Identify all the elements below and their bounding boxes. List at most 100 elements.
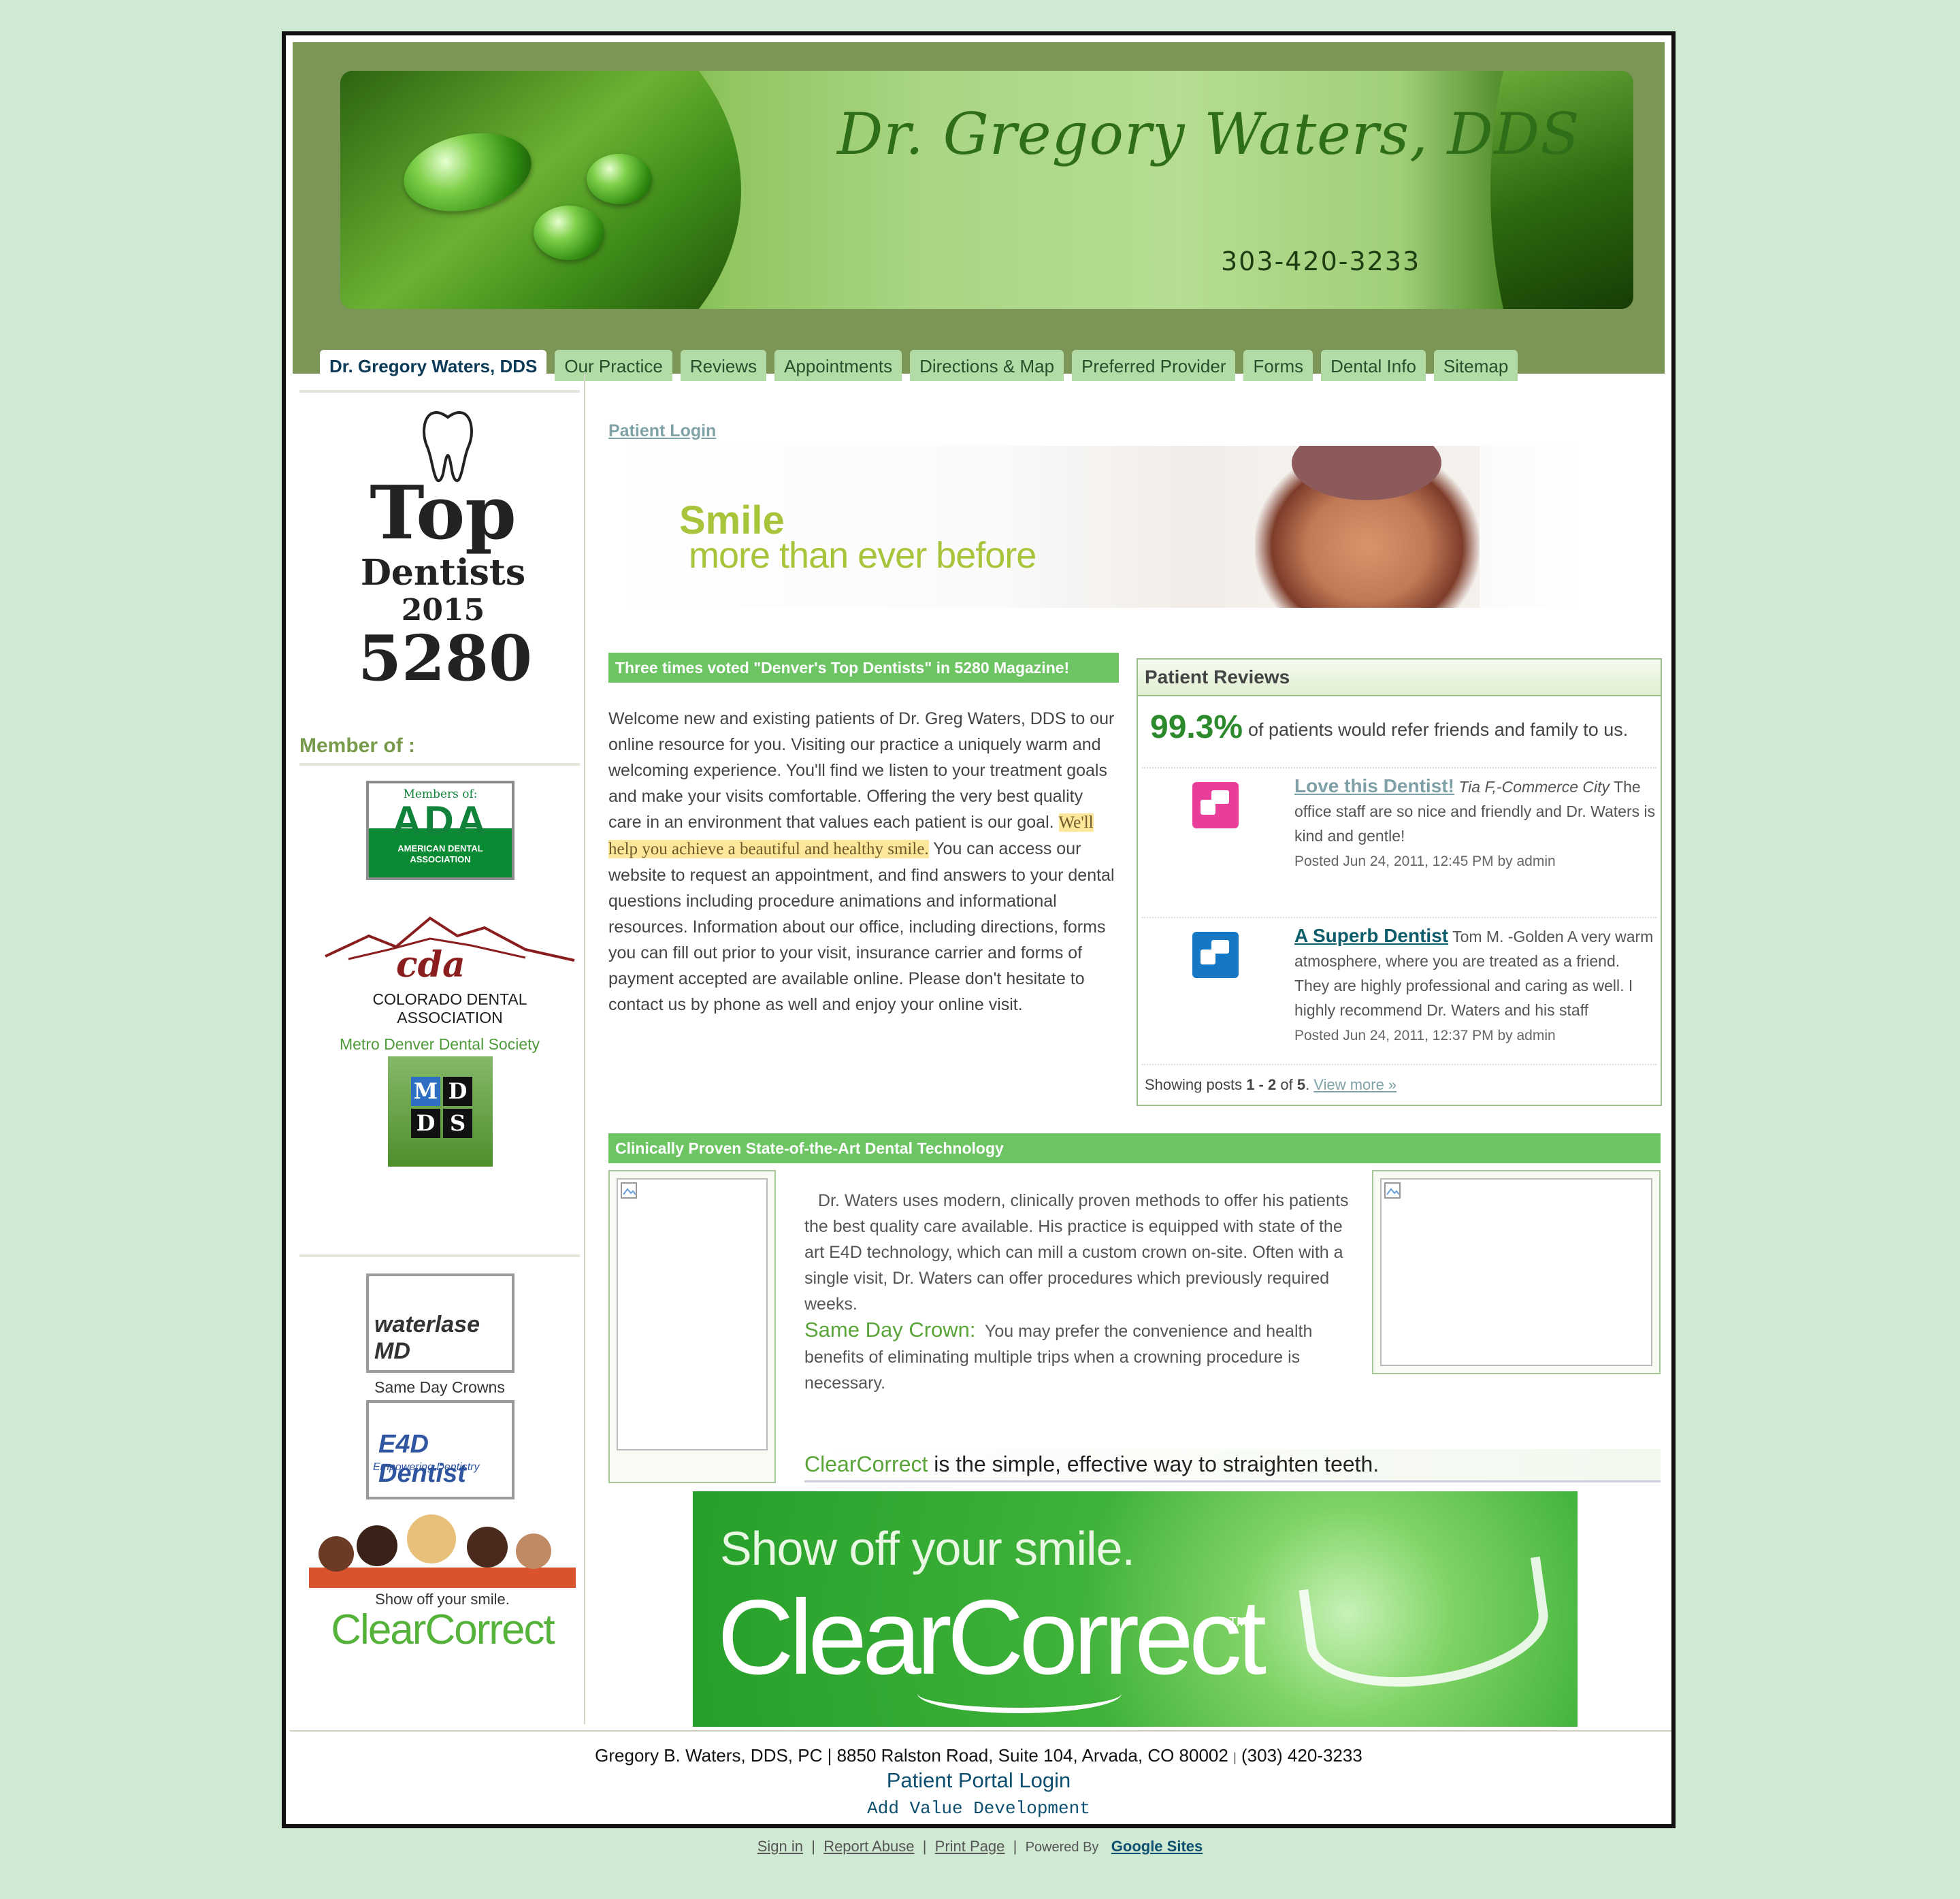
clearcorrect-banner[interactable]: Show off your smile. ClearCorrect TM	[693, 1491, 1578, 1727]
powered-by-label: Powered By	[1025, 1840, 1099, 1855]
review-chat-icon	[1192, 932, 1239, 978]
smile-banner: Smile more than ever before	[608, 446, 1582, 608]
main-content: Patient Login Smile more than ever befor…	[599, 374, 1662, 1727]
showing-dot: .	[1305, 1076, 1314, 1093]
welcome-text-part: Welcome new and existing patients of Dr.…	[608, 709, 1115, 832]
waterlase-text: waterlase MD	[374, 1312, 480, 1364]
mdds-letter: D	[443, 1077, 472, 1106]
site-frame: Dr. Gregory Waters, DDS 303-420-3233 Dr.…	[282, 31, 1676, 1828]
review-author: Tia F,-Commerce City	[1458, 778, 1610, 796]
reviews-pagination: Showing posts 1 - 2 of 5. View more »	[1145, 1076, 1396, 1094]
footer-address: Gregory B. Waters, DDS, PC | 8850 Ralsto…	[286, 1745, 1671, 1766]
leaf-graphic	[340, 71, 741, 309]
mdds-logo[interactable]: M D D S	[388, 1056, 493, 1167]
badge-top: Top	[370, 470, 517, 556]
review-meta: Posted Jun 24, 2011, 12:45 PM by admin	[1294, 854, 1556, 869]
view-more-link[interactable]: View more »	[1313, 1076, 1396, 1093]
technology-image-left	[608, 1170, 776, 1483]
patient-portal-login-link[interactable]: Patient Portal Login	[286, 1768, 1671, 1793]
voted-bar: Three times voted "Denver's Top Dentists…	[608, 653, 1119, 683]
divider	[290, 1730, 1671, 1732]
broken-image-icon	[621, 1182, 637, 1199]
mdds-letter: M	[411, 1077, 440, 1106]
showing-total: 5	[1296, 1076, 1306, 1093]
clearcorrect-side-brand: ClearCorrect	[331, 1606, 555, 1653]
mdds-letter: S	[443, 1109, 472, 1138]
divider	[1142, 767, 1656, 768]
banner-phone: 303-420-3233	[1221, 246, 1421, 276]
water-drop-icon	[534, 206, 604, 260]
top-dentists-badge: Top Dentists 2015 5280	[358, 408, 533, 695]
refer-percent: 99.3%	[1150, 709, 1243, 745]
cda-abbr: cda	[396, 944, 466, 986]
smiling-people-image	[309, 1514, 576, 1588]
divider	[299, 390, 580, 393]
ada-logo[interactable]: Members of: ADA AMERICAN DENTAL ASSOCIAT…	[366, 781, 514, 880]
e4d-logo[interactable]: E4D Dentist Empowering Dentistry	[366, 1400, 514, 1499]
same-day-crowns-label: Same Day Crowns	[374, 1378, 505, 1396]
review-meta: Posted Jun 24, 2011, 12:37 PM by admin	[1294, 1028, 1556, 1043]
review-chat-icon	[1192, 782, 1239, 828]
mdds-label: Metro Denver Dental Society	[339, 1035, 540, 1053]
ada-abbr: ADA	[392, 798, 489, 843]
clearcorrect-heading: ClearCorrect is the simple, effective wa…	[804, 1449, 1661, 1482]
google-sites-link[interactable]: Google Sites	[1111, 1838, 1203, 1855]
divider	[1142, 917, 1656, 918]
technology-image-right	[1372, 1170, 1661, 1374]
footer-address-text: Gregory B. Waters, DDS, PC | 8850 Ralsto…	[595, 1745, 1228, 1766]
refer-text: of patients would refer friends and fami…	[1248, 719, 1629, 740]
welcome-text-part: You can access our website to request an…	[608, 839, 1115, 1014]
showing-prefix: Showing posts	[1145, 1076, 1247, 1093]
google-sites-footer: Sign in | Report Abuse | Print Page | Po…	[757, 1838, 1203, 1855]
footer-separator: |	[1233, 1751, 1237, 1764]
trademark-mark: TM	[1229, 1615, 1247, 1629]
badge-magazine: 5280	[358, 621, 533, 695]
same-day-crown-label: Same Day Crown:	[804, 1318, 976, 1342]
showing-of: of	[1276, 1076, 1297, 1093]
report-abuse-link[interactable]: Report Abuse	[823, 1838, 914, 1855]
waterlase-logo[interactable]: waterlase MD	[366, 1273, 514, 1373]
clearcorrect-heading-text: is the simple, effective way to straight…	[928, 1452, 1379, 1476]
review-author: Tom M. -Golden	[1452, 928, 1564, 945]
header-banner: Dr. Gregory Waters, DDS 303-420-3233	[340, 71, 1633, 309]
header: Dr. Gregory Waters, DDS 303-420-3233 Dr.…	[293, 42, 1665, 381]
divider	[299, 1254, 580, 1257]
patient-login-link[interactable]: Patient Login	[608, 421, 716, 441]
patient-reviews-panel: Patient Reviews 99.3% of patients would …	[1137, 658, 1662, 1106]
e4d-subtitle: Empowering Dentistry	[373, 1461, 480, 1473]
developer-credit[interactable]: Add Value Development	[286, 1798, 1671, 1819]
swoosh-graphic	[917, 1674, 1122, 1713]
footer-phone: (303) 420-3233	[1241, 1745, 1362, 1766]
badge-dentists: Dentists	[360, 552, 526, 594]
sign-in-link[interactable]: Sign in	[757, 1838, 803, 1855]
water-drop-icon	[587, 154, 652, 204]
aligner-tray-image	[1298, 1556, 1556, 1702]
clearcorrect-side-ad[interactable]: Show off your smile. ClearCorrect	[309, 1506, 576, 1663]
divider	[1142, 1064, 1656, 1065]
smile-banner-line2: more than ever before	[689, 535, 1036, 576]
welcome-text: Welcome new and existing patients of Dr.…	[608, 706, 1119, 1018]
print-page-link[interactable]: Print Page	[935, 1838, 1005, 1855]
review-item: Love this Dentist! Tia F,-Commerce City …	[1294, 774, 1656, 874]
review-title-link[interactable]: A Superb Dentist	[1294, 925, 1448, 946]
sidebar: Top Dentists 2015 5280 Member of : Membe…	[293, 374, 585, 1724]
cda-name: COLORADO DENTAL ASSOCIATION	[372, 990, 527, 1026]
banner-title: Dr. Gregory Waters, DDS	[837, 101, 1580, 167]
review-title-link[interactable]: Love this Dentist!	[1294, 775, 1454, 796]
divider	[299, 763, 580, 766]
reviews-header: Patient Reviews	[1138, 660, 1661, 696]
review-item: A Superb Dentist Tom M. -Golden A very w…	[1294, 924, 1656, 1048]
showing-range: 1 - 2	[1246, 1076, 1277, 1093]
e4d-title: E4D Dentist	[378, 1430, 466, 1488]
mdds-letter: D	[411, 1109, 440, 1138]
technology-text: Dr. Waters uses modern, clinically prove…	[804, 1188, 1356, 1396]
mountain-icon: cda	[325, 916, 575, 986]
technology-paragraph: Dr. Waters uses modern, clinically prove…	[804, 1191, 1349, 1314]
member-of-heading: Member of :	[299, 734, 416, 757]
same-day-crown-paragraph: Same Day Crown: You may prefer the conve…	[804, 1317, 1356, 1396]
clearcorrect-banner-tagline: Show off your smile.	[720, 1522, 1135, 1575]
cda-logo[interactable]: cda COLORADO DENTAL ASSOCIATION	[321, 909, 578, 1026]
ada-name: AMERICAN DENTAL ASSOCIATION	[397, 843, 483, 864]
broken-image-icon	[1384, 1182, 1401, 1199]
technology-bar: Clinically Proven State-of-the-Art Denta…	[608, 1133, 1661, 1163]
